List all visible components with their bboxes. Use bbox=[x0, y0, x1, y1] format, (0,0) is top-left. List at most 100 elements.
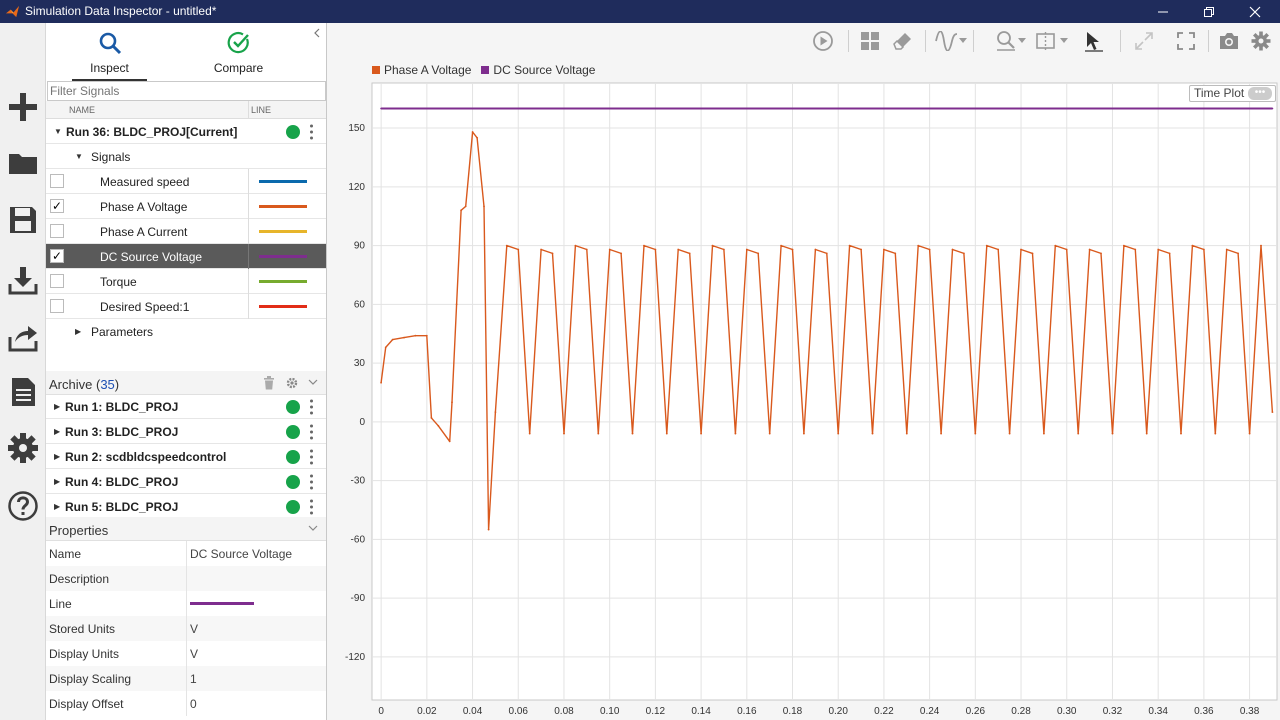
signal-line-style[interactable] bbox=[259, 180, 307, 183]
signal-line-style[interactable] bbox=[259, 305, 307, 308]
signal-checkbox[interactable]: ✓ bbox=[50, 199, 64, 213]
import-button[interactable] bbox=[5, 262, 41, 298]
property-value[interactable]: 0 bbox=[190, 697, 197, 711]
signal-line-style[interactable] bbox=[259, 230, 307, 233]
archive-run-row[interactable]: ▶ Run 5: BLDC_PROJ bbox=[46, 494, 326, 519]
new-session-button[interactable] bbox=[5, 89, 41, 125]
filter-signals-input[interactable] bbox=[47, 81, 326, 101]
camera-icon bbox=[1220, 33, 1238, 49]
property-value[interactable]: DC Source Voltage bbox=[190, 547, 292, 561]
run-menu-icon[interactable] bbox=[310, 474, 313, 490]
snapshot-button[interactable] bbox=[1217, 29, 1241, 53]
more-options-icon[interactable]: ••• bbox=[1248, 87, 1272, 100]
plot-area: Phase A Voltage DC Source Voltage 0 0.02 0.… bbox=[327, 59, 1280, 720]
collapsed-triangle-icon[interactable]: ▶ bbox=[54, 427, 60, 436]
signal-row[interactable]: Phase A Current bbox=[46, 219, 326, 244]
property-value[interactable]: 1 bbox=[190, 672, 197, 686]
layout-button[interactable] bbox=[858, 29, 882, 53]
data-point bbox=[860, 248, 862, 251]
select-button[interactable] bbox=[1082, 29, 1106, 53]
delete-icon[interactable] bbox=[263, 376, 275, 390]
signal-row[interactable]: Torque bbox=[46, 269, 326, 294]
cursor-button[interactable] bbox=[1034, 29, 1058, 53]
property-value[interactable]: V bbox=[190, 647, 198, 661]
expand-triangle-icon[interactable]: ▼ bbox=[54, 127, 62, 136]
property-key: Display Units bbox=[49, 647, 120, 661]
archive-run-row[interactable]: ▶ Run 3: BLDC_PROJ bbox=[46, 419, 326, 444]
minimize-button[interactable] bbox=[1140, 0, 1186, 23]
run-menu-icon[interactable] bbox=[310, 124, 313, 140]
report-button[interactable] bbox=[5, 374, 41, 410]
data-point bbox=[563, 432, 565, 435]
expand-triangle-icon[interactable]: ▼ bbox=[75, 152, 83, 161]
time-plot-chart[interactable]: 0 0.02 0.04 0.06 0.08 0.10 0.12 0.14 0.16 0.18 0.2… bbox=[327, 59, 1280, 720]
expand-subplot-button[interactable] bbox=[1132, 29, 1156, 53]
collapsed-triangle-icon[interactable]: ▶ bbox=[75, 327, 81, 336]
signal-row[interactable]: Desired Speed:1 bbox=[46, 294, 326, 319]
collapse-panel-icon[interactable] bbox=[312, 27, 322, 39]
signal-line-style[interactable] bbox=[259, 205, 307, 208]
run-menu-icon[interactable] bbox=[310, 499, 313, 515]
collapsed-triangle-icon[interactable]: ▶ bbox=[54, 502, 60, 511]
data-point bbox=[483, 205, 485, 208]
chevron-down-icon[interactable] bbox=[308, 525, 318, 533]
data-point bbox=[597, 432, 600, 435]
run-menu-icon[interactable] bbox=[310, 449, 313, 465]
clear-button[interactable] bbox=[891, 29, 915, 53]
property-row: Display Scaling 1 bbox=[46, 666, 326, 691]
save-button[interactable] bbox=[5, 202, 41, 238]
close-button[interactable] bbox=[1232, 0, 1278, 23]
run-menu-icon[interactable] bbox=[310, 399, 313, 415]
signal-row[interactable]: Measured speed bbox=[46, 169, 326, 194]
chevron-down-icon[interactable] bbox=[1018, 38, 1026, 44]
sine-wave-icon bbox=[935, 31, 958, 51]
grid-layout-icon bbox=[861, 32, 879, 50]
time-plot-badge[interactable]: Time Plot ••• bbox=[1189, 85, 1276, 102]
property-value[interactable]: V bbox=[190, 622, 198, 636]
archive-run-row[interactable]: ▶ Run 1: BLDC_PROJ bbox=[46, 394, 326, 419]
signal-row[interactable]: ✓ Phase A Voltage bbox=[46, 194, 326, 219]
tab-inspect[interactable]: Inspect bbox=[72, 23, 147, 81]
archive-run-row[interactable]: ▶ Run 2: scdbldcspeedcontrol bbox=[46, 444, 326, 469]
settings-icon[interactable] bbox=[286, 377, 298, 389]
y-tick-label: 120 bbox=[348, 182, 365, 193]
property-key: Display Scaling bbox=[49, 672, 132, 686]
signal-checkbox[interactable] bbox=[50, 299, 64, 313]
data-point bbox=[905, 432, 908, 435]
visualization-button[interactable] bbox=[935, 29, 959, 53]
collapsed-triangle-icon[interactable]: ▶ bbox=[54, 452, 60, 461]
property-line-swatch[interactable] bbox=[190, 602, 254, 605]
signal-checkbox[interactable] bbox=[50, 224, 64, 238]
restore-button[interactable] bbox=[1186, 0, 1232, 23]
signal-row[interactable]: ✓ DC Source Voltage bbox=[46, 244, 326, 269]
preferences-button[interactable] bbox=[5, 430, 41, 466]
collapsed-triangle-icon[interactable]: ▶ bbox=[54, 477, 60, 486]
open-button[interactable] bbox=[5, 145, 41, 181]
archive-run-row[interactable]: ▶ Run 4: BLDC_PROJ bbox=[46, 469, 326, 494]
help-button[interactable] bbox=[5, 488, 41, 524]
signal-checkbox[interactable] bbox=[50, 274, 64, 288]
zoom-button[interactable] bbox=[994, 29, 1018, 53]
fullscreen-button[interactable] bbox=[1174, 29, 1198, 53]
chevron-down-icon[interactable] bbox=[959, 38, 967, 44]
chevron-down-icon[interactable] bbox=[308, 379, 318, 387]
run-menu-icon[interactable] bbox=[310, 424, 313, 440]
signal-checkbox[interactable]: ✓ bbox=[50, 249, 64, 263]
data-point bbox=[574, 244, 577, 247]
run-current-row[interactable]: ▼ Run 36: BLDC_PROJ[Current] bbox=[46, 119, 326, 144]
data-point bbox=[1065, 248, 1068, 251]
collapsed-triangle-icon[interactable]: ▶ bbox=[54, 402, 60, 411]
signal-line-style[interactable] bbox=[259, 255, 307, 258]
signal-line-style[interactable] bbox=[259, 280, 307, 283]
export-button[interactable] bbox=[5, 319, 41, 355]
signal-checkbox[interactable] bbox=[50, 174, 64, 188]
plot-settings-button[interactable] bbox=[1249, 29, 1273, 53]
parameters-group-row[interactable]: ▶ Parameters bbox=[46, 319, 326, 344]
tab-compare[interactable]: Compare bbox=[201, 23, 276, 81]
data-point bbox=[848, 244, 851, 247]
replay-button[interactable] bbox=[811, 29, 835, 53]
data-point bbox=[384, 346, 387, 349]
y-tick-label: -60 bbox=[351, 534, 366, 545]
signals-group-row[interactable]: ▼ Signals bbox=[46, 144, 326, 169]
chevron-down-icon[interactable] bbox=[1060, 38, 1068, 44]
